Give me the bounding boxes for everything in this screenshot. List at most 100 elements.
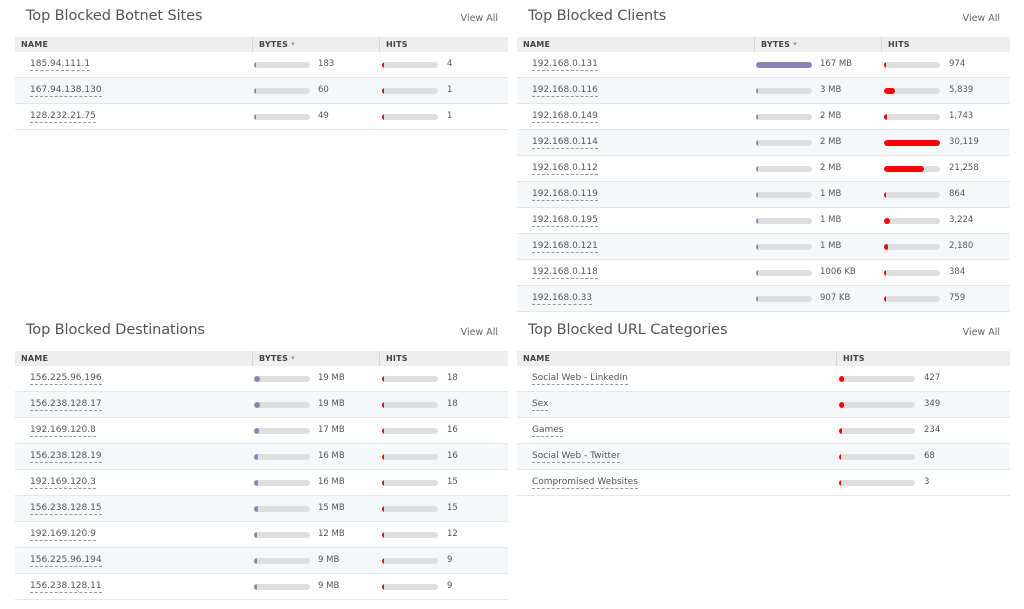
row-name-link[interactable]: 192.169.120.9 [30, 528, 96, 541]
hits-column-header[interactable]: HITS [881, 37, 910, 52]
bar-fill [884, 218, 890, 224]
row-name-link[interactable]: Sex [532, 398, 549, 411]
bar-fill [382, 62, 384, 68]
row-name-link[interactable]: 192.168.0.119 [532, 188, 598, 201]
bar-fill [839, 402, 844, 408]
sort-icon: ▾ [793, 40, 797, 48]
bytes-bar [254, 88, 310, 94]
bytes-bar [254, 428, 310, 434]
panel-title: Top Blocked Clients [528, 8, 667, 24]
row-name-link[interactable]: 156.238.128.11 [30, 580, 102, 593]
bar-fill [382, 402, 384, 408]
bar-fill [756, 270, 758, 276]
hits-column-header[interactable]: HITS [379, 37, 408, 52]
column-label: HITS [888, 40, 910, 49]
row-name-link[interactable]: 192.168.0.116 [532, 84, 598, 97]
column-label: NAME [21, 40, 49, 49]
row-name-link[interactable]: 192.168.0.195 [532, 214, 598, 227]
row-name-link[interactable]: Compromised Websites [532, 476, 638, 489]
name-column-header[interactable]: NAME [15, 37, 48, 52]
row-name-link[interactable]: 192.168.0.121 [532, 240, 598, 253]
table-row: 192.168.0.119 1 MB 864 [517, 182, 1010, 208]
sort-icon: ▾ [291, 354, 295, 362]
hits-value: 12 [447, 529, 458, 539]
bar-fill [839, 376, 844, 382]
row-name-link[interactable]: 192.168.0.149 [532, 110, 598, 123]
row-name-link[interactable]: 167.94.138.130 [30, 84, 102, 97]
bar-fill [254, 558, 257, 564]
hits-bar [839, 480, 915, 486]
row-name-link[interactable]: 128.232.21.75 [30, 110, 96, 123]
hits-bar [382, 454, 438, 460]
row-name-link[interactable]: Social Web - Twitter [532, 450, 621, 463]
row-name-link[interactable]: 192.168.0.131 [532, 58, 598, 71]
hits-value: 16 [447, 451, 458, 461]
row-name-link[interactable]: 192.168.0.114 [532, 136, 598, 149]
hits-column-header[interactable]: HITS [379, 351, 408, 366]
table-row: Games 234 [517, 418, 1010, 444]
hits-value: 4 [447, 59, 453, 69]
bytes-column-header[interactable]: BYTES ▾ [252, 37, 295, 52]
sort-icon: ▾ [291, 40, 295, 48]
bytes-bar [756, 140, 812, 146]
bar-fill [254, 584, 257, 590]
row-name-link[interactable]: 185.94.111.1 [30, 58, 91, 71]
bytes-value: 19 MB [318, 399, 345, 409]
table-body: 185.94.111.1 183 4 167.94.138.130 60 1 128.232… [15, 52, 508, 130]
hits-value: 68 [924, 451, 935, 461]
hits-value: 5,839 [949, 85, 974, 95]
row-name-link[interactable]: 192.169.120.8 [30, 424, 96, 437]
hits-column-header[interactable]: HITS [836, 351, 865, 366]
hits-value: 3,224 [949, 215, 974, 225]
bar-fill [254, 532, 257, 538]
row-name-link[interactable]: 192.168.0.112 [532, 162, 598, 175]
table-row: Sex 349 [517, 392, 1010, 418]
hits-bar [839, 454, 915, 460]
panel-title: Top Blocked Destinations [26, 322, 205, 338]
row-name-link[interactable]: 156.225.96.194 [30, 554, 102, 567]
name-column-header[interactable]: NAME [15, 351, 48, 366]
name-column-header[interactable]: NAME [517, 351, 550, 366]
row-name-link[interactable]: 156.238.128.19 [30, 450, 102, 463]
bar-fill [254, 454, 258, 460]
table-header: NAME BYTES ▾ HITS [15, 351, 508, 366]
bytes-column-header[interactable]: BYTES ▾ [252, 351, 295, 366]
view-all-link[interactable]: View All [461, 327, 498, 338]
hits-value: 384 [949, 267, 966, 277]
bar-fill [884, 244, 888, 250]
table-row: 156.225.96.196 19 MB 18 [15, 366, 508, 392]
bytes-value: 17 MB [318, 425, 345, 435]
view-all-link[interactable]: View All [963, 13, 1000, 24]
row-name-link[interactable]: 156.238.128.17 [30, 398, 102, 411]
name-column-header[interactable]: NAME [517, 37, 550, 52]
bytes-value: 16 MB [318, 451, 345, 461]
bar-fill [884, 62, 886, 68]
view-all-link[interactable]: View All [461, 13, 498, 24]
row-name-link[interactable]: 192.168.0.33 [532, 292, 593, 305]
bytes-column-header[interactable]: BYTES ▾ [754, 37, 797, 52]
table-row: 128.232.21.75 49 1 [15, 104, 508, 130]
row-name-link[interactable]: 192.168.0.118 [532, 266, 598, 279]
table-row: 156.238.128.11 9 MB 9 [15, 574, 508, 600]
bytes-bar [254, 532, 310, 538]
bar-fill [254, 62, 256, 68]
view-all-link[interactable]: View All [963, 327, 1000, 338]
row-name-link[interactable]: 156.238.128.15 [30, 502, 102, 515]
row-name-link[interactable]: Social Web - LinkedIn [532, 372, 628, 385]
table-row: Compromised Websites 3 [517, 470, 1010, 496]
column-label: NAME [21, 354, 49, 363]
hits-bar [839, 402, 915, 408]
row-name-link[interactable]: 192.169.120.3 [30, 476, 96, 489]
table-row: 192.168.0.149 2 MB 1,743 [517, 104, 1010, 130]
hits-value: 9 [447, 555, 453, 565]
hits-value: 864 [949, 189, 966, 199]
bar-fill [884, 270, 886, 276]
row-name-link[interactable]: Games [532, 424, 564, 437]
column-label: HITS [386, 354, 408, 363]
panel-header: Top Blocked URL Categories View All [517, 314, 1010, 351]
table-row: 192.168.0.118 1006 KB 384 [517, 260, 1010, 286]
bytes-bar [756, 88, 812, 94]
bar-fill [254, 114, 256, 120]
row-name-link[interactable]: 156.225.96.196 [30, 372, 102, 385]
column-label: NAME [523, 40, 551, 49]
